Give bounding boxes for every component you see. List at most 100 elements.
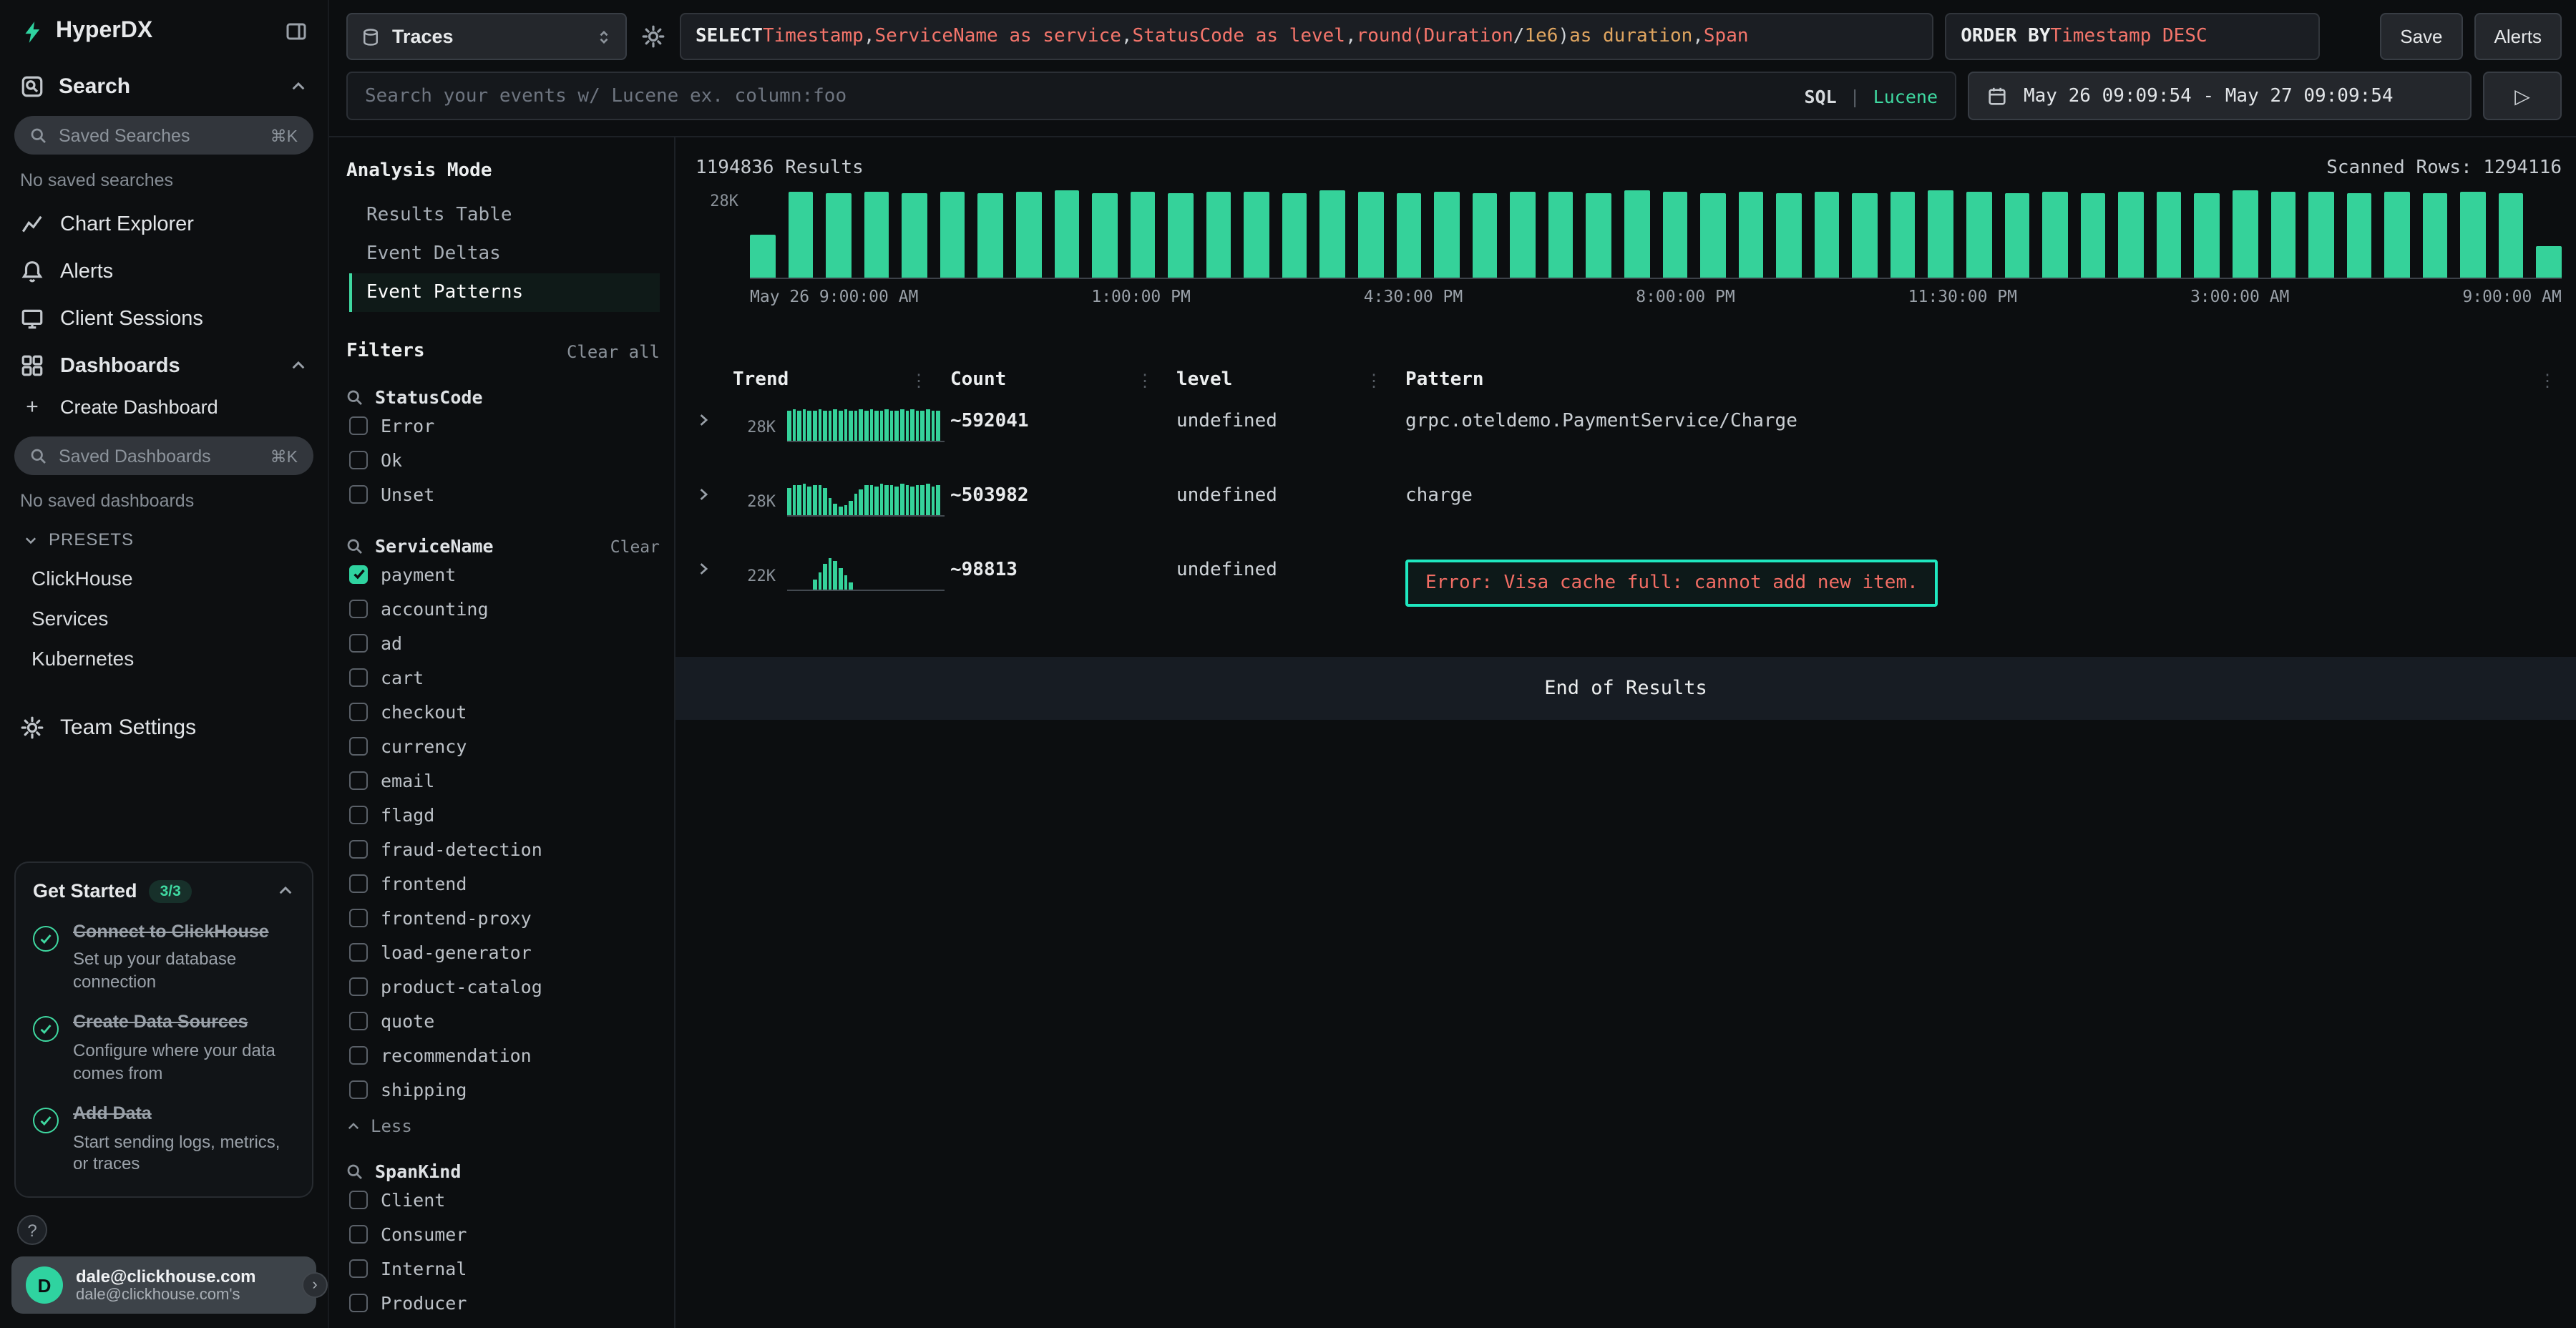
alerts-button[interactable]: Alerts (2474, 13, 2562, 60)
filter-option-accounting[interactable]: accounting (346, 591, 660, 625)
sidebar-item-client-sessions[interactable]: Client Sessions (0, 295, 328, 342)
query-settings-gear-icon[interactable] (638, 13, 668, 60)
column-menu-icon[interactable]: ⋮ (1136, 370, 1153, 390)
histogram-bar[interactable] (2537, 246, 2562, 278)
date-range-picker[interactable]: May 26 09:09:54 - May 27 09:09:54 (1968, 72, 2472, 120)
filter-option-email[interactable]: email (346, 763, 660, 797)
histogram-bar[interactable] (940, 191, 965, 278)
checkbox[interactable] (349, 771, 368, 789)
filter-option-quote[interactable]: quote (346, 1003, 660, 1038)
checkbox[interactable] (349, 1190, 368, 1209)
filter-option-fraud-detection[interactable]: fraud-detection (346, 831, 660, 866)
filter-option-shipping[interactable]: shipping (346, 1072, 660, 1106)
sidebar-item-dashboards[interactable]: Dashboards (0, 342, 328, 389)
language-toggle-sql[interactable]: SQL (1804, 85, 1836, 107)
filter-option-server[interactable]: Server (346, 1319, 660, 1328)
preset-kubernetes[interactable]: Kubernetes (0, 638, 328, 678)
filter-option-ok[interactable]: Ok (346, 442, 660, 477)
create-dashboard-button[interactable]: + Create Dashboard (0, 389, 328, 431)
column-header-level[interactable]: level (1176, 369, 1232, 391)
get-started-item[interactable]: Create Data Sources Configure where your… (33, 1012, 295, 1085)
histogram-bar[interactable] (750, 234, 775, 278)
source-select[interactable]: Traces (346, 13, 627, 60)
filter-option-recommendation[interactable]: recommendation (346, 1038, 660, 1072)
search-icon[interactable] (346, 537, 364, 555)
filter-option-frontend[interactable]: frontend (346, 866, 660, 900)
checkbox[interactable] (349, 1045, 368, 1064)
checkbox[interactable] (349, 599, 368, 617)
histogram-bar[interactable] (1511, 191, 1536, 278)
histogram-bar[interactable] (1130, 192, 1155, 278)
pattern-row[interactable]: 22K~98813undefinedError: Visa cache full… (696, 545, 2562, 620)
checkbox[interactable] (349, 484, 368, 503)
checkbox[interactable] (349, 416, 368, 434)
search-icon[interactable] (346, 1163, 364, 1180)
get-started-item[interactable]: Connect to ClickHouse Set up your databa… (33, 921, 295, 994)
preset-clickhouse[interactable]: ClickHouse (0, 558, 328, 598)
column-header-pattern[interactable]: Pattern (1405, 369, 1484, 391)
column-header-count[interactable]: Count (950, 369, 1006, 391)
histogram-bar[interactable] (1244, 192, 1269, 278)
presets-toggle[interactable]: PRESETS (0, 521, 328, 558)
column-menu-icon[interactable]: ⋮ (910, 370, 927, 390)
checkbox[interactable] (349, 977, 368, 995)
run-query-button[interactable]: ▷ (2483, 72, 2562, 120)
checkbox[interactable] (349, 942, 368, 961)
analysis-mode-event-deltas[interactable]: Event Deltas (349, 235, 660, 273)
sidebar-section-search[interactable]: Search (0, 59, 328, 110)
filter-option-flagd[interactable]: flagd (346, 797, 660, 831)
saved-dashboards-input[interactable]: Saved Dashboards ⌘K (14, 436, 313, 475)
histogram-bar[interactable] (2270, 192, 2296, 278)
histogram-bar[interactable] (2080, 192, 2105, 278)
lucene-search-input[interactable]: Search your events w/ Lucene ex. column:… (346, 72, 1956, 120)
histogram-bar[interactable] (2119, 191, 2144, 278)
histogram-bar[interactable] (2004, 193, 2029, 278)
checkbox[interactable] (349, 1011, 368, 1030)
histogram-bar[interactable] (1054, 191, 1079, 278)
filter-option-checkout[interactable]: checkout (346, 694, 660, 728)
checkbox[interactable] (349, 1293, 368, 1312)
histogram-bar[interactable] (2042, 192, 2067, 278)
checkbox[interactable] (349, 1080, 368, 1098)
histogram-bar[interactable] (1776, 192, 1801, 278)
histogram-bar[interactable] (2346, 193, 2371, 278)
filter-option-consumer[interactable]: Consumer (346, 1216, 660, 1251)
checkbox[interactable] (349, 450, 368, 469)
histogram-bar[interactable] (978, 193, 1003, 278)
histogram-bar[interactable] (2384, 191, 2409, 278)
analysis-mode-event-patterns[interactable]: Event Patterns (349, 273, 660, 312)
checkbox[interactable] (349, 805, 368, 824)
filter-option-internal[interactable]: Internal (346, 1251, 660, 1285)
filter-option-cart[interactable]: cart (346, 660, 660, 694)
order-by-editor[interactable]: ORDER BY Timestamp DESC (1945, 13, 2320, 60)
table-settings-icon[interactable]: ⋮ (2539, 370, 2556, 390)
histogram-bar[interactable] (2461, 192, 2486, 278)
histogram-bar[interactable] (1472, 192, 1497, 278)
histogram-bar[interactable] (1396, 193, 1421, 278)
filter-option-error[interactable]: Error (346, 408, 660, 442)
filter-option-currency[interactable]: currency (346, 728, 660, 763)
help-button[interactable]: ? (17, 1215, 47, 1245)
get-started-item[interactable]: Add Data Start sending logs, metrics, or… (33, 1103, 295, 1176)
histogram-bar[interactable] (2157, 192, 2182, 278)
histogram-bar[interactable] (788, 192, 813, 278)
search-icon[interactable] (346, 389, 364, 406)
histogram-bar[interactable] (1662, 192, 1687, 278)
column-menu-icon[interactable]: ⋮ (1365, 370, 1382, 390)
histogram-bar[interactable] (1853, 193, 1878, 278)
chevron-up-icon[interactable] (289, 77, 308, 96)
expand-chevron-icon[interactable] (696, 408, 733, 428)
filter-option-load-generator[interactable]: load-generator (346, 934, 660, 969)
analysis-mode-results-table[interactable]: Results Table (349, 196, 660, 235)
checkbox[interactable] (349, 1224, 368, 1243)
column-header-trend[interactable]: Trend (733, 369, 789, 391)
preset-services[interactable]: Services (0, 598, 328, 638)
filter-option-producer[interactable]: Producer (346, 1285, 660, 1319)
histogram-bar[interactable] (902, 192, 927, 278)
histogram-bar[interactable] (1586, 193, 1611, 278)
language-toggle-lucene[interactable]: Lucene (1873, 85, 1938, 107)
checkbox[interactable] (349, 736, 368, 755)
histogram-bar[interactable] (1700, 193, 1725, 278)
sidebar-item-team-settings[interactable]: Team Settings (0, 704, 328, 751)
checkbox[interactable] (349, 874, 368, 892)
